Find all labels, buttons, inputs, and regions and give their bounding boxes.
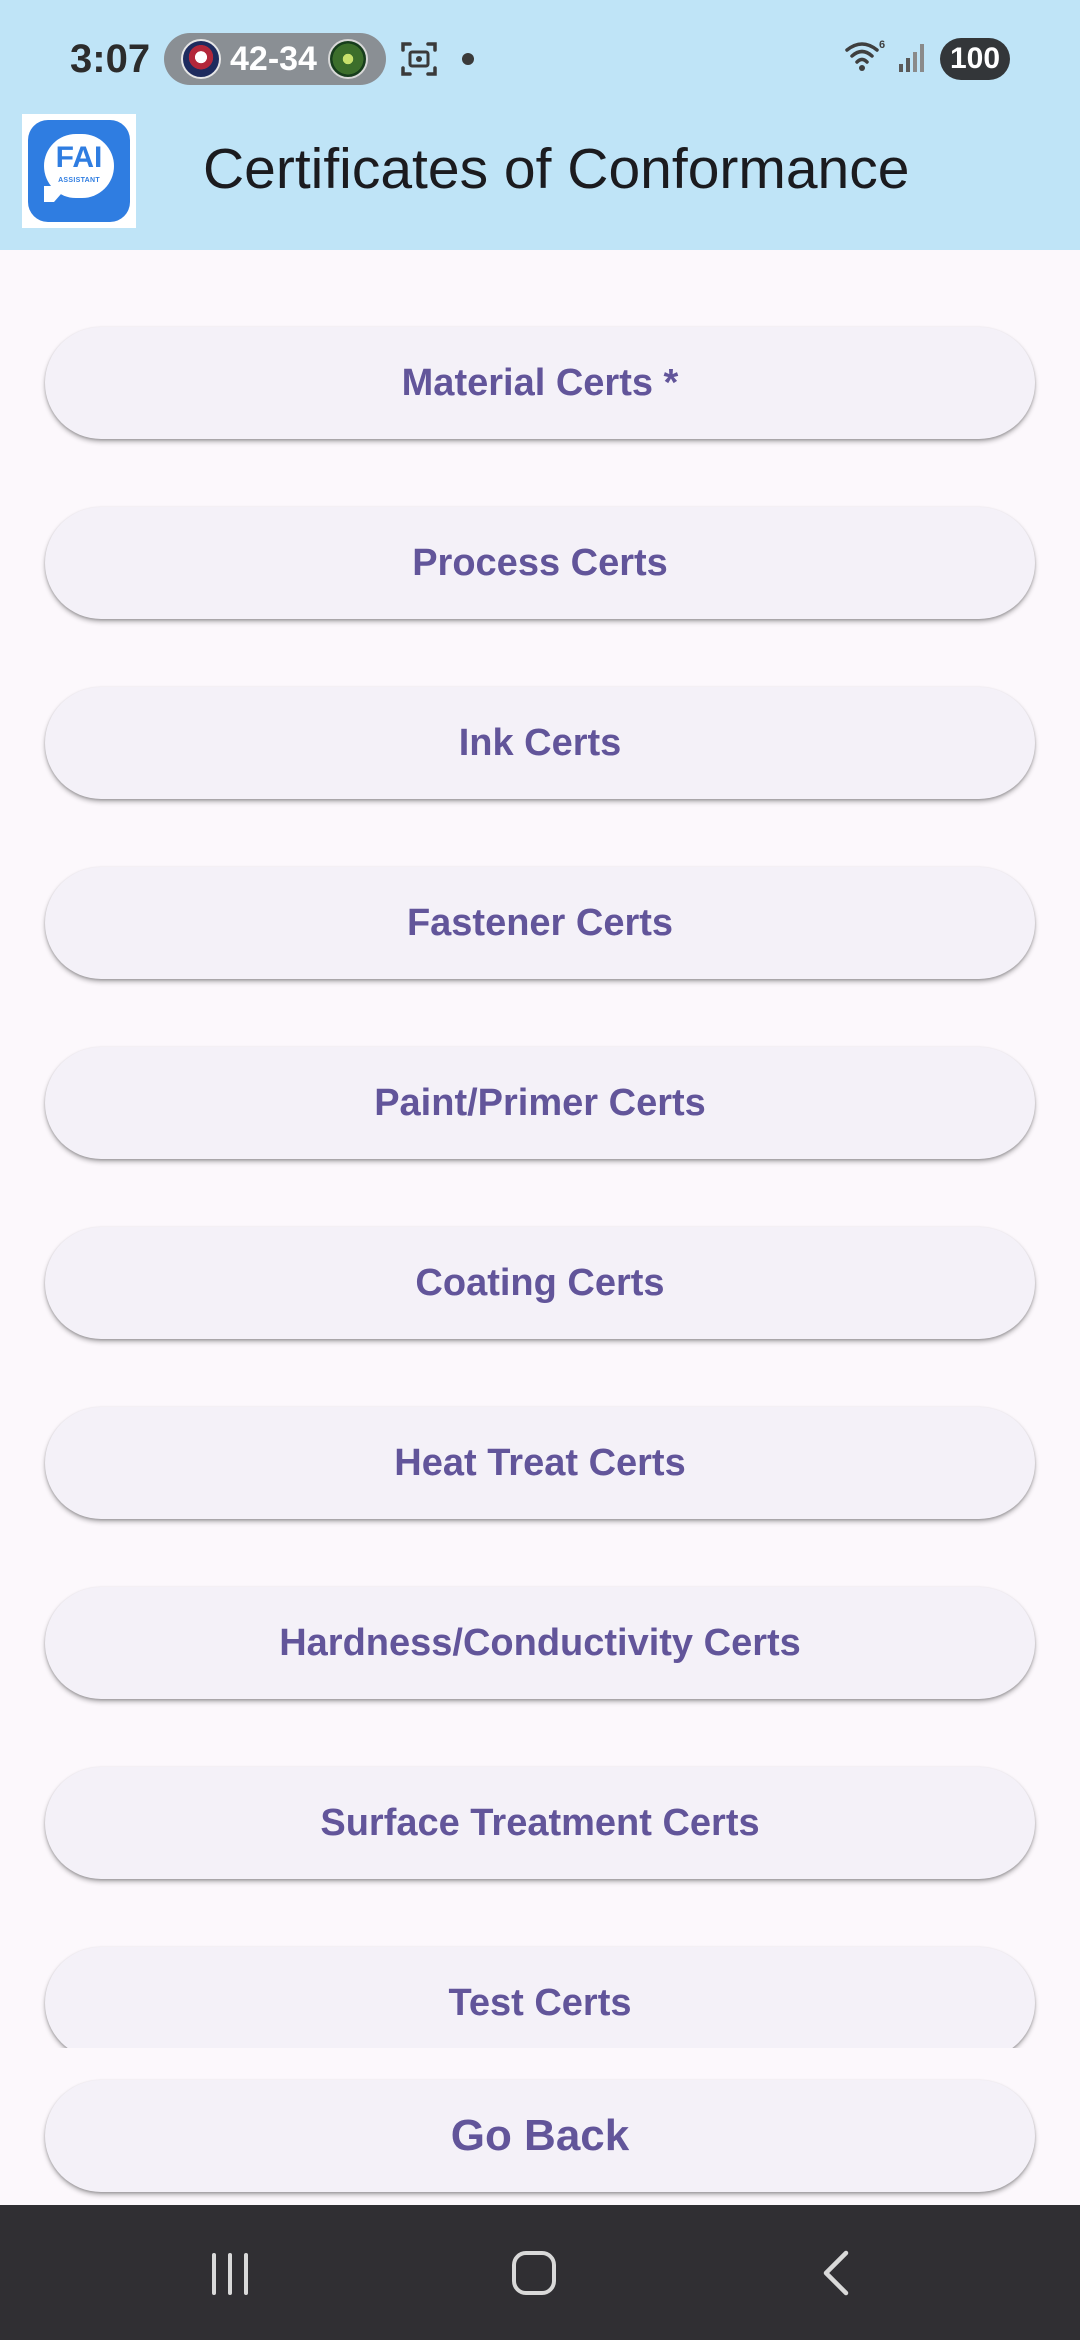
app-header: 3:07 42-34 6 100 FAI ASSISTANT Certifica… [0,0,1080,250]
team-logo-icon [181,39,221,79]
cert-button-list[interactable]: Material Certs * Process Certs Ink Certs… [0,250,1080,2048]
app-logo: FAI ASSISTANT [22,114,136,228]
svg-text:6: 6 [879,39,885,51]
battery-indicator: 100 [940,38,1010,80]
back-icon[interactable] [816,2249,856,2297]
go-back-button[interactable]: Go Back [45,2080,1035,2192]
heat-treat-certs-button[interactable]: Heat Treat Certs [45,1407,1035,1519]
wifi-icon: 6 [845,39,885,71]
ink-certs-button[interactable]: Ink Certs [45,687,1035,799]
dot-icon [462,53,474,65]
screen: 3:07 42-34 6 100 FAI ASSISTANT Certifica… [0,0,1080,2340]
home-icon[interactable] [510,2249,558,2297]
test-certs-button[interactable]: Test Certs [45,1947,1035,2048]
team-logo-icon [328,39,368,79]
surface-treatment-certs-button[interactable]: Surface Treatment Certs [45,1767,1035,1879]
fai-assistant-logo-icon: FAI ASSISTANT [28,120,130,222]
score-text: 42-34 [230,40,317,78]
status-bar: 3:07 42-34 6 100 [0,0,1080,112]
logo-text: FAI [55,141,103,174]
page-title: Certificates of Conformance [203,137,910,201]
chat-bubble-tail [44,186,68,202]
paint-primer-certs-button[interactable]: Paint/Primer Certs [45,1047,1035,1159]
signal-icon [899,44,924,72]
coating-certs-button[interactable]: Coating Certs [45,1227,1035,1339]
system-nav-bar [0,2205,1080,2340]
fastener-certs-button[interactable]: Fastener Certs [45,867,1035,979]
status-time: 3:07 [70,37,151,81]
material-certs-button[interactable]: Material Certs * [45,327,1035,439]
hardness-conductivity-certs-button[interactable]: Hardness/Conductivity Certs [45,1587,1035,1699]
process-certs-button[interactable]: Process Certs [45,507,1035,619]
logo-subtext: ASSISTANT [58,177,100,184]
recents-icon[interactable] [206,2251,254,2297]
screenshot-icon [401,42,437,76]
score-notification-pill[interactable]: 42-34 [164,33,386,85]
